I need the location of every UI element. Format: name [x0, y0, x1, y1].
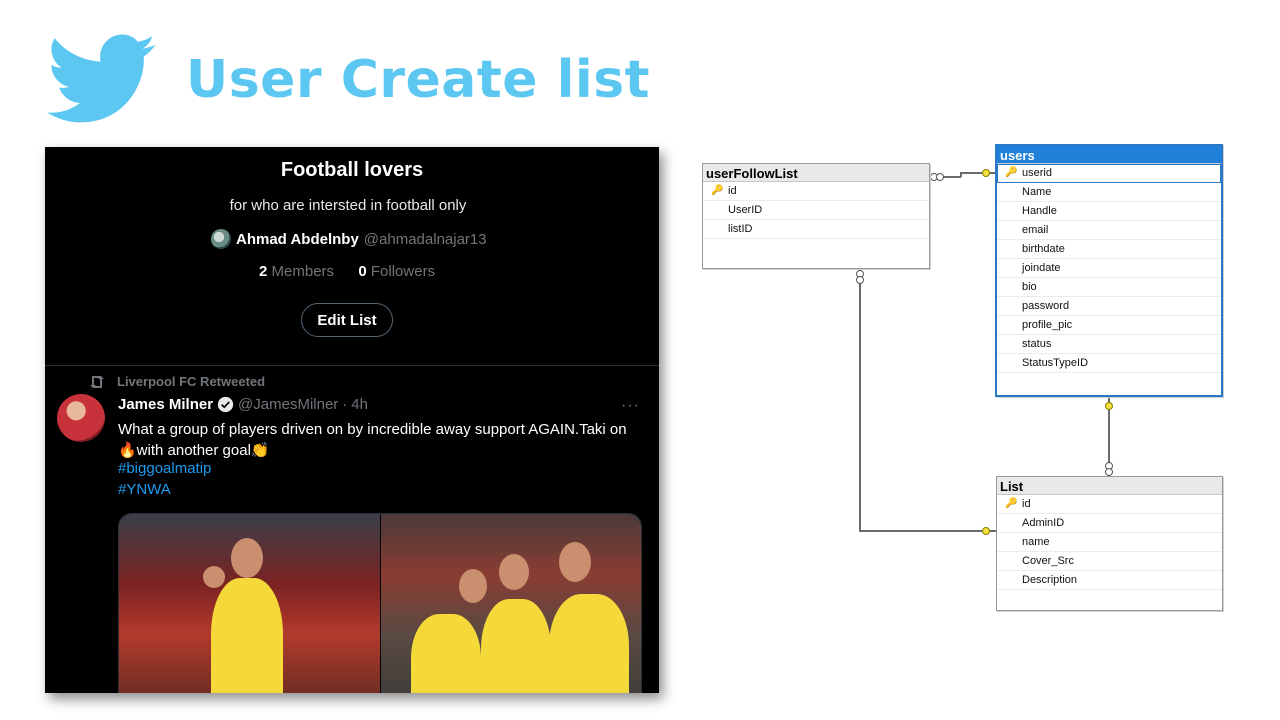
- list-name: Football lovers: [280, 159, 424, 181]
- column-label: joindate: [1022, 262, 1061, 274]
- relationship-end: [936, 173, 944, 181]
- tweet-media[interactable]: [118, 513, 642, 693]
- members-count: 2: [259, 263, 268, 280]
- column-bio[interactable]: bio: [997, 278, 1221, 297]
- members-label: Members: [271, 263, 335, 280]
- column-label: StatusTypeID: [1022, 357, 1089, 369]
- relationship-key-end: [1105, 402, 1113, 410]
- column-id[interactable]: 🔑 id: [997, 495, 1222, 514]
- column-label: Handle: [1022, 205, 1057, 217]
- column-AdminID[interactable]: AdminID: [997, 514, 1222, 533]
- column-label: UserID: [728, 204, 763, 216]
- more-icon[interactable]: ···: [621, 397, 640, 415]
- tweet-text: What a group of players driven on by inc…: [118, 421, 627, 459]
- table-header[interactable]: List: [997, 477, 1222, 495]
- key-icon: 🔑: [711, 185, 724, 196]
- column-label: profile_pic: [1022, 319, 1073, 331]
- column-label: name: [1022, 536, 1050, 548]
- members-link[interactable]: 2 Members: [259, 263, 334, 280]
- hashtag-biggoalmatip[interactable]: #biggoalmatip: [118, 460, 211, 477]
- column-label: Name: [1022, 186, 1052, 198]
- list-stats: 2 Members 0 Followers: [259, 263, 435, 280]
- table-users[interactable]: users 🔑 userid Name Handle email birthdat…: [995, 144, 1223, 397]
- column-Handle[interactable]: Handle: [997, 202, 1221, 221]
- column-status[interactable]: status: [997, 335, 1221, 354]
- relationship-line: [859, 530, 997, 532]
- relationship-key-end: [982, 169, 990, 177]
- column-UserID[interactable]: UserID: [703, 201, 929, 220]
- key-icon: 🔑: [1005, 167, 1018, 178]
- column-birthdate[interactable]: birthdate: [997, 240, 1221, 259]
- column-id[interactable]: 🔑 id: [703, 182, 929, 201]
- tweet-time[interactable]: 4h: [351, 396, 368, 413]
- slide-title: User Create list: [186, 50, 651, 110]
- tweet-author-name[interactable]: James Milner: [118, 396, 213, 413]
- list-owner[interactable]: Ahmad Abdelnby @ahmadalnajar13: [211, 229, 487, 249]
- column-email[interactable]: email: [997, 221, 1221, 240]
- twitter-list-panel: Football lovers for who are intersted in…: [45, 147, 659, 693]
- tweet-author-handle[interactable]: @JamesMilner: [238, 396, 338, 413]
- column-label: userid: [1022, 167, 1052, 179]
- column-label: Cover_Src: [1022, 555, 1074, 567]
- followers-label: Followers: [370, 263, 436, 280]
- tweet-photo-1[interactable]: [119, 514, 380, 693]
- column-label: id: [1022, 498, 1031, 510]
- column-Name[interactable]: Name: [997, 183, 1221, 202]
- retweet-context[interactable]: Liverpool FC Retweeted: [89, 374, 265, 389]
- column-Cover_Src[interactable]: Cover_Src: [997, 552, 1222, 571]
- owner-avatar[interactable]: [211, 229, 231, 249]
- retweet-icon: [90, 375, 104, 388]
- owner-handle: @ahmadalnajar13: [363, 230, 487, 248]
- column-name[interactable]: name: [997, 533, 1222, 552]
- column-listID[interactable]: listID: [703, 220, 929, 239]
- column-joindate[interactable]: joindate: [997, 259, 1221, 278]
- relationship-end: [856, 276, 864, 284]
- verified-icon: [217, 396, 234, 413]
- column-password[interactable]: password: [997, 297, 1221, 316]
- twitter-bird-icon: [46, 34, 156, 123]
- column-profile_pic[interactable]: profile_pic: [997, 316, 1221, 335]
- retweeted-by: Liverpool FC Retweeted: [117, 374, 266, 389]
- column-label: email: [1022, 224, 1049, 236]
- column-Description[interactable]: Description: [997, 571, 1222, 590]
- edit-list-button[interactable]: Edit List: [301, 303, 393, 337]
- table-List[interactable]: List 🔑 id AdminID name Cover_Src Descript…: [996, 476, 1223, 611]
- column-label: password: [1022, 300, 1070, 312]
- tweet-author-avatar[interactable]: [57, 394, 105, 442]
- tweet-header: James Milner @JamesMilner · 4h: [118, 396, 368, 413]
- column-StatusTypeID[interactable]: StatusTypeID: [997, 354, 1221, 373]
- column-label: birthdate: [1022, 243, 1065, 255]
- column-label: bio: [1022, 281, 1037, 293]
- column-label: AdminID: [1022, 517, 1065, 529]
- column-label: id: [728, 185, 737, 197]
- column-label: Description: [1022, 574, 1078, 586]
- divider: [45, 365, 659, 366]
- relationship-line: [859, 268, 861, 532]
- hashtag-ynwa[interactable]: #YNWA: [118, 481, 171, 498]
- tweet-separator: ·: [342, 396, 348, 413]
- followers-count: 0: [358, 263, 367, 280]
- table-header[interactable]: userFollowList: [703, 164, 929, 182]
- relationship-line: [960, 172, 997, 174]
- owner-name[interactable]: Ahmad Abdelnby: [236, 231, 359, 248]
- table-header[interactable]: users: [997, 146, 1221, 164]
- column-label: listID: [728, 223, 753, 235]
- relationship-key-end: [982, 527, 990, 535]
- followers-link[interactable]: 0 Followers: [358, 263, 435, 280]
- key-icon: 🔑: [1005, 498, 1018, 509]
- table-userFollowList[interactable]: userFollowList 🔑 id UserID listID: [702, 163, 930, 269]
- list-description: for who are intersted in football only: [229, 197, 467, 214]
- tweet-photo-2[interactable]: [381, 514, 641, 693]
- relationship-end: [1105, 468, 1113, 476]
- column-label: status: [1022, 338, 1052, 350]
- column-userid[interactable]: 🔑 userid: [997, 164, 1221, 183]
